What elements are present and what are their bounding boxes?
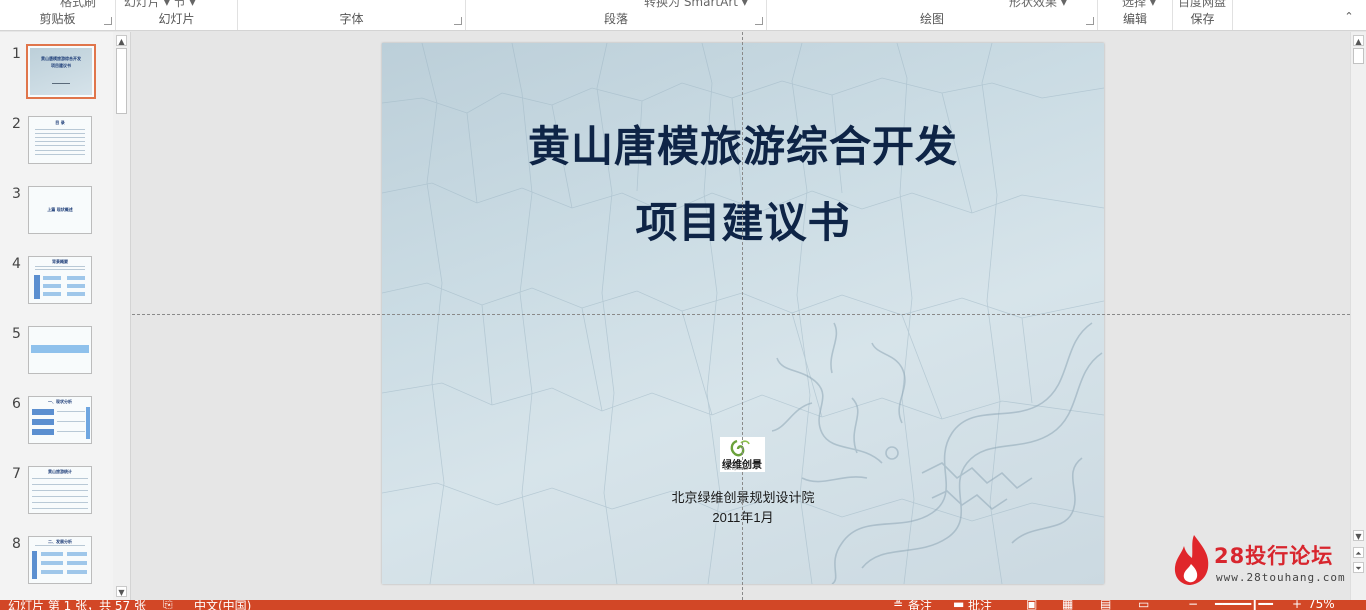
ribbon-group-label-font: 字体 xyxy=(339,12,364,26)
comments-button[interactable]: 批注 xyxy=(968,600,992,610)
slide-title-line2[interactable]: 项目建议书 xyxy=(382,189,1104,250)
horizontal-guide-line[interactable] xyxy=(132,314,1350,315)
slide-date[interactable]: 2011年1月 xyxy=(382,507,1104,526)
organization-name[interactable]: 北京绿维创景规划设计院 xyxy=(382,487,1104,506)
thumbnail-item[interactable]: 8 二、发展分析 xyxy=(0,536,112,592)
ribbon-group-label-paragraph: 段落 xyxy=(603,12,628,26)
shape-effects-button[interactable]: 形状效果 ▾ xyxy=(1009,0,1067,10)
next-slide-icon[interactable]: ⏷ xyxy=(1353,562,1364,573)
slide-thumbnail[interactable]: 目 录 xyxy=(28,116,92,164)
ribbon-group-clipboard: 格式刷 剪贴板 xyxy=(0,0,116,30)
thumbnail-number: 8 xyxy=(12,536,21,552)
ribbon-group-label-clipboard: 剪贴板 xyxy=(39,12,76,26)
zoom-level[interactable]: 75% xyxy=(1308,600,1335,610)
zoom-out-icon[interactable]: − xyxy=(1188,600,1198,610)
convert-smartart-button[interactable]: 转换为 SmartArt ▾ xyxy=(644,0,748,10)
slide-thumbnail[interactable]: 二、发展分析 xyxy=(28,536,92,584)
editor-vertical-scrollbar[interactable]: ▲ ▼ ⏶ ⏷ xyxy=(1350,32,1366,600)
watermark-site: www.28touhang.com xyxy=(1216,571,1346,584)
scroll-up-arrow-icon[interactable]: ▲ xyxy=(116,35,127,46)
logo-subtext: Natu Dynamism xyxy=(724,467,749,471)
flame-logo-icon xyxy=(1174,535,1209,585)
thumbnail-item[interactable]: 2 目 录 xyxy=(0,116,112,172)
ribbon-group-label-drawing: 绘图 xyxy=(919,12,944,26)
ribbon-group-editing: 选择 ▾ 编辑 xyxy=(1098,0,1173,30)
notes-icon[interactable]: ≜ xyxy=(893,600,903,610)
ribbon: 格式刷 剪贴板 幻灯片 ▾ 节 ▾ 幻灯片 字体 转换为 SmartArt ▾ … xyxy=(0,0,1366,31)
ribbon-group-slides: 幻灯片 ▾ 节 ▾ 幻灯片 xyxy=(116,0,238,30)
ribbon-group-save: 百度网盘 保存 xyxy=(1173,0,1233,30)
slide-editing-area[interactable]: 黄山唐模旅游综合开发 项目建议书 绿维创景 Natu Dynamism 北京绿维… xyxy=(132,32,1350,600)
thumbnail-item[interactable]: 3 上篇 现状概述 xyxy=(0,186,112,242)
slide-thumbnail[interactable] xyxy=(28,326,92,374)
previous-slide-icon[interactable]: ⏶ xyxy=(1353,547,1364,558)
comments-icon[interactable]: ▬ xyxy=(953,600,964,610)
slide-thumbnail[interactable]: 上篇 现状概述 xyxy=(28,186,92,234)
forum-watermark: 28投行论坛 www.28touhang.com xyxy=(1168,534,1348,588)
thumbnail-item[interactable]: 5 xyxy=(0,326,112,382)
slide-sorter-view-icon[interactable]: ▦ xyxy=(1062,600,1073,610)
ribbon-group-label-slides: 幻灯片 xyxy=(158,12,195,26)
slide-count-status: 幻灯片 第 1 张，共 57 张 xyxy=(8,600,146,610)
slide-thumbnail[interactable]: 一、现状分析 xyxy=(28,396,92,444)
ribbon-group-font: 字体 xyxy=(238,0,466,30)
thumbnail-number: 2 xyxy=(12,116,21,132)
paragraph-dialog-launcher-icon[interactable] xyxy=(755,17,763,25)
collapse-ribbon-icon[interactable]: ⌃ xyxy=(1342,11,1356,22)
thumbnail-number: 3 xyxy=(12,186,21,202)
thumbnail-number: 4 xyxy=(12,256,21,272)
ribbon-group-paragraph: 转换为 SmartArt ▾ 段落 xyxy=(466,0,767,30)
reading-view-icon[interactable]: ▤ xyxy=(1100,600,1111,610)
slide-thumbnail[interactable]: 黄山唐模旅游综合开发 项目建议书 xyxy=(26,44,96,99)
slide-thumbnail[interactable]: 背景概要 xyxy=(28,256,92,304)
scrollbar-thumb[interactable] xyxy=(116,48,127,114)
new-slide-button[interactable]: 幻灯片 ▾ 节 ▾ xyxy=(124,0,196,10)
scroll-down-arrow-icon[interactable]: ▼ xyxy=(116,586,127,597)
notes-button[interactable]: 备注 xyxy=(908,600,932,610)
status-bar: 幻灯片 第 1 张，共 57 张 ⎘ 中文(中国) ≜ 备注 ▬ 批注 ▣ ▦ … xyxy=(0,600,1366,610)
ribbon-group-label-save: 保存 xyxy=(1190,12,1215,26)
spellcheck-icon[interactable]: ⎘ xyxy=(163,600,173,610)
thumbnail-item[interactable]: 1 黄山唐模旅游综合开发 项目建议书 xyxy=(0,44,112,102)
dragon-illustration xyxy=(772,322,1103,584)
drawing-dialog-launcher-icon[interactable] xyxy=(1086,17,1094,25)
baidu-netdisk-button[interactable]: 百度网盘 xyxy=(1178,0,1226,10)
slide-thumbnail-pane: 1 黄山唐模旅游综合开发 项目建议书 2 目 录 3 上篇 现状概述 4 背景概… xyxy=(0,32,131,600)
watermark-title: 28投行论坛 xyxy=(1214,544,1334,568)
format-painter-button[interactable]: 格式刷 xyxy=(60,0,96,10)
thumbnail-scrollbar[interactable]: ▲ ▼ xyxy=(113,32,130,600)
thumbnail-number: 1 xyxy=(12,46,21,62)
select-button[interactable]: 选择 ▾ xyxy=(1122,0,1156,10)
thumbnail-item[interactable]: 4 背景概要 xyxy=(0,256,112,312)
zoom-in-icon[interactable]: + xyxy=(1292,600,1302,610)
font-dialog-launcher-icon[interactable] xyxy=(454,17,462,25)
slide-title-line1[interactable]: 黄山唐模旅游综合开发 xyxy=(382,113,1104,174)
zoom-slider[interactable]: ━━━━━┃━━ xyxy=(1215,600,1273,610)
ribbon-group-drawing: 形状效果 ▾ 绘图 xyxy=(767,0,1098,30)
normal-view-icon[interactable]: ▣ xyxy=(1026,600,1037,610)
thumbnail-item[interactable]: 7 黄山旅游统计 xyxy=(0,466,112,522)
language-status[interactable]: 中文(中国) xyxy=(194,600,251,610)
thumbnail-number: 5 xyxy=(12,326,21,342)
slide-show-icon[interactable]: ▭ xyxy=(1138,600,1149,610)
ribbon-group-label-editing: 编辑 xyxy=(1122,12,1147,26)
scroll-down-arrow-icon[interactable]: ▼ xyxy=(1353,530,1364,541)
slide-thumbnail[interactable]: 黄山旅游统计 xyxy=(28,466,92,514)
scrollbar-thumb[interactable] xyxy=(1353,48,1364,64)
thumbnail-number: 6 xyxy=(12,396,21,412)
clipboard-dialog-launcher-icon[interactable] xyxy=(104,17,112,25)
scroll-up-arrow-icon[interactable]: ▲ xyxy=(1353,35,1364,46)
thumbnail-number: 7 xyxy=(12,466,21,482)
thumbnail-item[interactable]: 6 一、现状分析 xyxy=(0,396,112,452)
vertical-guide-line[interactable] xyxy=(742,32,743,600)
